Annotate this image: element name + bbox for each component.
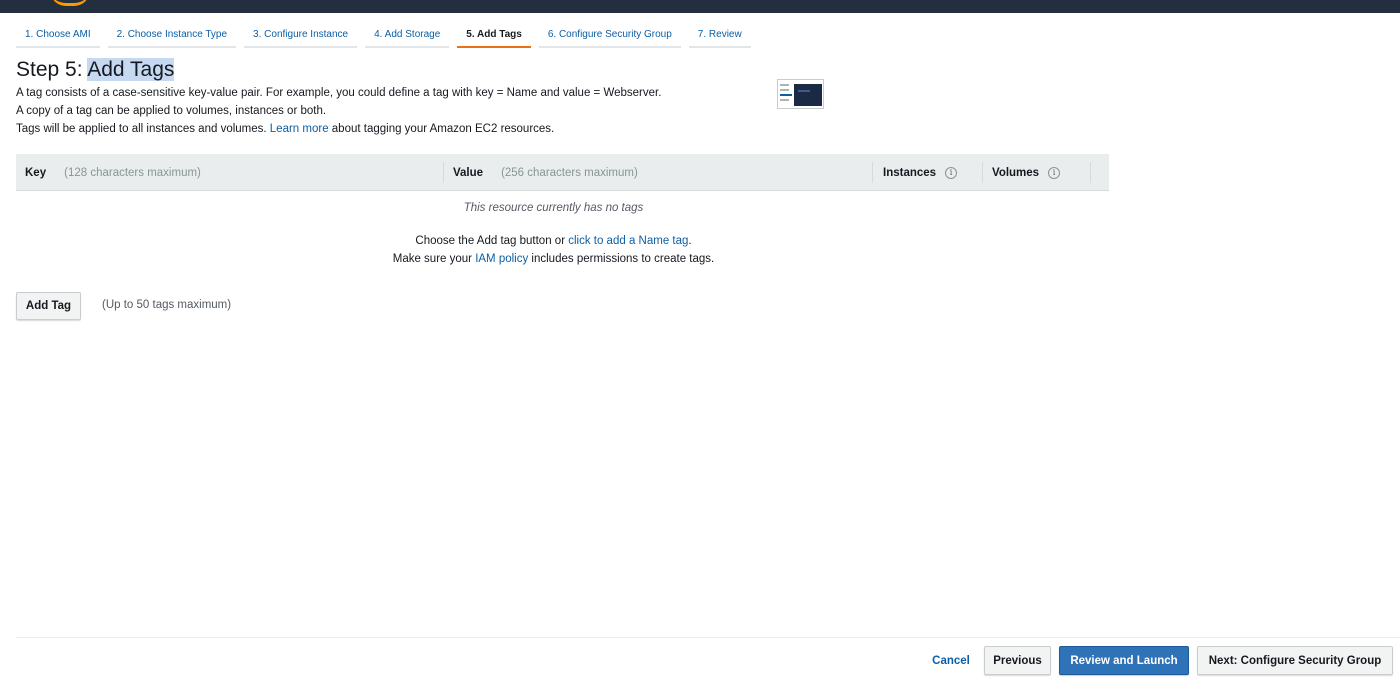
tab-configure-instance[interactable]: 3. Configure Instance xyxy=(244,24,358,48)
add-name-tag-link[interactable]: click to add a Name tag xyxy=(568,235,688,247)
volumes-info-icon[interactable]: i xyxy=(1048,166,1061,179)
description-line-1: A tag consists of a case-sensitive key-v… xyxy=(16,87,662,99)
column-value-label: Value xyxy=(453,166,484,179)
tab-choose-instance-type[interactable]: 2. Choose Instance Type xyxy=(107,24,237,48)
add-name-tag-help: Choose the Add tag button or click to ad… xyxy=(16,232,1091,250)
thumbnail-screen xyxy=(794,84,822,106)
column-divider xyxy=(443,162,444,183)
column-instances: Instances i xyxy=(883,154,958,191)
cancel-button[interactable]: Cancel xyxy=(924,647,978,675)
tutorial-video-thumbnail[interactable] xyxy=(777,79,824,109)
add-tag-limit-hint: (Up to 50 tags maximum) xyxy=(102,299,232,311)
thumbnail-sidebar xyxy=(780,84,792,104)
column-volumes: Volumes i xyxy=(992,154,1061,191)
learn-more-link[interactable]: Learn more xyxy=(270,123,329,135)
column-divider xyxy=(1090,162,1091,183)
footer-divider xyxy=(16,637,1400,638)
page-title: Step 5: Add Tags xyxy=(16,58,175,82)
iam-policy-link[interactable]: IAM policy xyxy=(475,253,528,265)
column-value: Value (256 characters maximum) xyxy=(453,154,638,191)
column-key: Key (128 characters maximum) xyxy=(25,154,201,191)
tab-review[interactable]: 7. Review xyxy=(688,24,751,48)
page-description: A tag consists of a case-sensitive key-v… xyxy=(16,84,661,138)
next-configure-security-group-button[interactable]: Next: Configure Security Group xyxy=(1197,646,1393,675)
description-text: about tagging your Amazon EC2 resources. xyxy=(328,123,555,135)
no-tags-message: This resource currently has no tags xyxy=(463,202,644,214)
help-text: includes permissions to create tags. xyxy=(528,253,715,265)
tab-configure-security-group[interactable]: 6. Configure Security Group xyxy=(538,24,681,48)
aws-logo[interactable] xyxy=(50,0,90,6)
tab-add-storage[interactable]: 4. Add Storage xyxy=(365,24,450,48)
tag-table-header: Key (128 characters maximum) Value (256 … xyxy=(16,154,1109,191)
help-text: . xyxy=(688,235,692,247)
description-line-2: A copy of a tag can be applied to volume… xyxy=(16,105,327,117)
column-divider xyxy=(872,162,873,183)
wizard-steps: 1. Choose AMI 2. Choose Instance Type 3.… xyxy=(16,24,759,48)
help-text: Choose the Add tag button or xyxy=(415,235,569,247)
page-title-prefix: Step 5: xyxy=(16,58,88,81)
description-text: Tags will be applied to all instances an… xyxy=(16,123,270,135)
column-volumes-label: Volumes xyxy=(992,166,1040,179)
instances-info-icon[interactable]: i xyxy=(945,166,958,179)
add-tag-button[interactable]: Add Tag xyxy=(16,292,81,320)
tab-choose-ami[interactable]: 1. Choose AMI xyxy=(16,24,100,48)
description-line-3: Tags will be applied to all instances an… xyxy=(16,120,661,138)
help-text: Make sure your xyxy=(392,253,476,265)
tab-add-tags[interactable]: 5. Add Tags xyxy=(457,24,531,48)
column-key-label: Key xyxy=(25,166,47,179)
iam-policy-help: Make sure your IAM policy includes permi… xyxy=(16,250,1091,268)
top-nav-bar xyxy=(0,0,1400,13)
previous-button[interactable]: Previous xyxy=(984,646,1051,675)
column-instances-label: Instances xyxy=(883,166,937,179)
review-and-launch-button[interactable]: Review and Launch xyxy=(1059,646,1189,675)
page-title-highlight: Add Tags xyxy=(87,58,175,81)
column-key-hint: (128 characters maximum) xyxy=(64,166,201,179)
column-divider xyxy=(982,162,983,183)
column-value-hint: (256 characters maximum) xyxy=(501,166,638,179)
empty-state-help: Choose the Add tag button or click to ad… xyxy=(16,232,1091,268)
